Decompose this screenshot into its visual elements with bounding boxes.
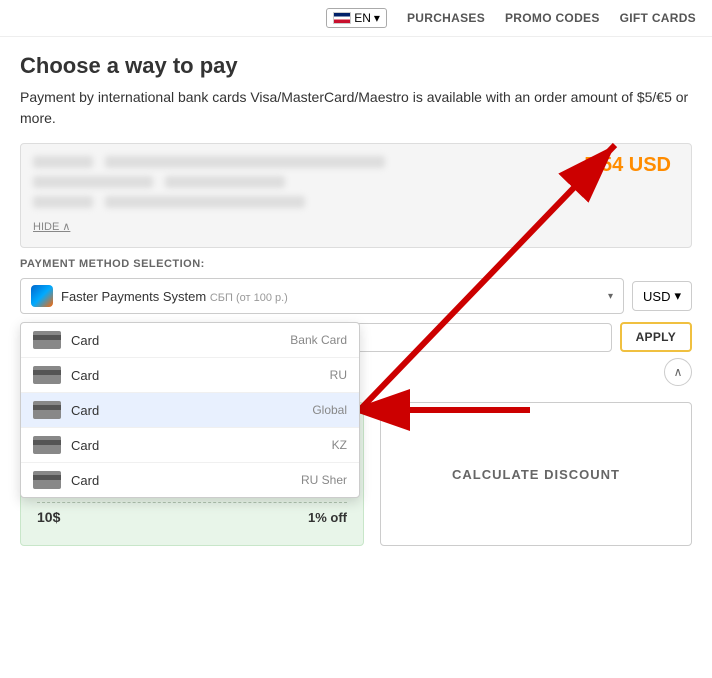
payment-method-label: PAYMENT METHOD SELECTION: <box>20 258 692 270</box>
tier-amount-1: 10$ <box>37 509 60 525</box>
currency-selector[interactable]: USD ▾ <box>632 281 692 311</box>
dropdown-item-0[interactable]: Card Bank Card <box>21 323 359 358</box>
chevron-down-icon: ▾ <box>608 291 613 302</box>
item-name-0: Card <box>71 333 280 348</box>
dropdown-item-2[interactable]: Card Global <box>21 393 359 428</box>
item-type-2: Global <box>312 403 347 417</box>
apply-button[interactable]: APPLY <box>620 322 692 352</box>
item-type-4: RU Sher <box>301 473 347 487</box>
main-content: Choose a way to pay Payment by internati… <box>0 37 712 562</box>
card-icon-1 <box>33 366 61 384</box>
card-icon-3 <box>33 436 61 454</box>
payment-dropdown: Card Bank Card Card RU Card Global Card … <box>20 322 360 498</box>
nav-gift-cards[interactable]: GIFT CARDS <box>620 11 696 25</box>
nav-promo-codes[interactable]: PROMO CODES <box>505 11 600 25</box>
dropdown-item-3[interactable]: Card KZ <box>21 428 359 463</box>
card-icon-4 <box>33 471 61 489</box>
page-title: Choose a way to pay <box>20 53 692 79</box>
collapse-button[interactable]: ∧ <box>664 358 692 386</box>
tier-percent-1: 1% off <box>308 510 347 525</box>
payment-notice: Payment by international bank cards Visa… <box>20 87 692 129</box>
language-selector[interactable]: EN ▾ <box>326 8 387 28</box>
fps-icon <box>31 285 53 307</box>
lang-label: EN <box>354 11 371 25</box>
dropdown-item-1[interactable]: Card RU <box>21 358 359 393</box>
dropdown-item-4[interactable]: Card RU Sher <box>21 463 359 497</box>
top-nav: EN ▾ PURCHASES PROMO CODES GIFT CARDS <box>0 0 712 37</box>
calculate-discount-button[interactable]: CALCULATE DISCOUNT <box>432 447 640 502</box>
item-type-3: KZ <box>332 438 347 452</box>
card-icon-0 <box>33 331 61 349</box>
nav-purchases[interactable]: PURCHASES <box>407 11 485 25</box>
discount-tier-1: 10$ 1% off <box>37 503 347 531</box>
payment-name: Faster Payments System СБП (от 100 р.) <box>61 289 600 304</box>
currency-chevron: ▾ <box>674 288 681 304</box>
flag-icon <box>333 12 351 24</box>
calculate-discount-box: CALCULATE DISCOUNT <box>380 402 692 546</box>
item-type-1: RU <box>330 368 347 382</box>
order-summary: 5.54 USD HIDE ∧ <box>20 143 692 248</box>
hide-link[interactable]: HIDE ∧ <box>33 220 70 233</box>
currency-label: USD <box>643 289 670 304</box>
lang-chevron: ▾ <box>374 11 380 25</box>
payment-sub: СБП (от 100 р.) <box>210 292 288 304</box>
payment-selector[interactable]: Faster Payments System СБП (от 100 р.) ▾ <box>20 278 624 314</box>
item-type-0: Bank Card <box>290 333 347 347</box>
item-name-3: Card <box>71 438 322 453</box>
item-name-4: Card <box>71 473 291 488</box>
item-name-2: Card <box>71 403 302 418</box>
order-price: 5.54 USD <box>584 154 671 177</box>
card-icon-2 <box>33 401 61 419</box>
item-name-1: Card <box>71 368 320 383</box>
payment-row: Faster Payments System СБП (от 100 р.) ▾… <box>20 278 692 314</box>
